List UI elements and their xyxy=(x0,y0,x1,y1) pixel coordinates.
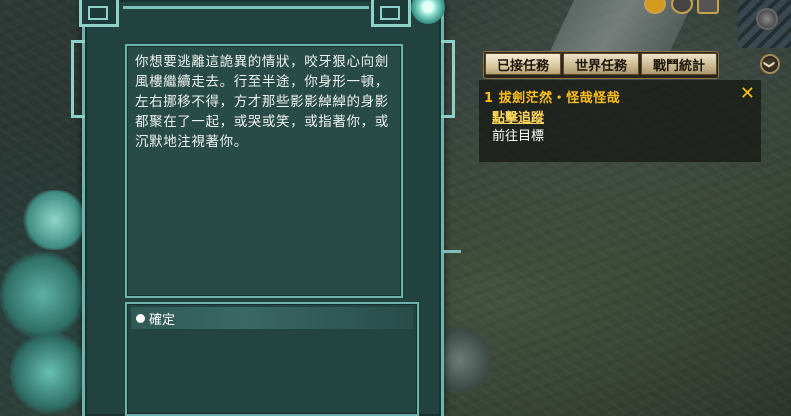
quest-tabs: 已接任務 世界任務 戰鬥統計 xyxy=(483,51,720,79)
side-ornament-left xyxy=(71,40,85,118)
corner-knot-ornament xyxy=(371,0,411,27)
tab-battle-stats[interactable]: 戰鬥統計 xyxy=(641,53,718,75)
option-confirm-button[interactable]: 確定 xyxy=(131,307,413,329)
menu-icon[interactable] xyxy=(697,0,719,14)
story-text: 你想要逃離這詭異的情狀，咬牙狠心向劍風樓繼續走去。行至半途，你身形一頓，左右挪移… xyxy=(135,54,389,150)
side-ornament-right xyxy=(441,40,455,118)
lotus-leaf-decoration xyxy=(0,250,85,340)
lotus-leaf-decoration xyxy=(20,190,90,250)
lotus-ornament-icon xyxy=(411,0,445,24)
tab-world-quests[interactable]: 世界任務 xyxy=(563,53,640,75)
corner-knot-ornament xyxy=(79,0,119,27)
quest-tracker-panel: 1 拔劍茫然・怪哉怪哉 ✕ 點擊追蹤 前往目標 xyxy=(479,80,761,162)
tab-accepted-quests[interactable]: 已接任務 xyxy=(485,53,562,75)
dialog-options-panel: 確定 xyxy=(125,302,419,416)
quest-objective: 前往目標 xyxy=(492,129,545,144)
side-line-ornament xyxy=(441,250,461,253)
collapse-tracker-button[interactable]: ❯ xyxy=(760,54,780,74)
dialog-top-border xyxy=(123,6,369,9)
option-label: 確定 xyxy=(149,312,176,328)
settings-gem-icon[interactable] xyxy=(756,8,778,30)
close-icon[interactable]: ✕ xyxy=(740,85,755,103)
bullet-icon xyxy=(136,313,145,323)
story-text-panel: 你想要逃離這詭異的情狀，咬牙狠心向劍風樓繼續走去。行至半途，你身形一頓，左右挪移… xyxy=(125,44,403,298)
quest-title: 1 拔劍茫然・怪哉怪哉 xyxy=(484,91,621,106)
lotus-leaf-decoration xyxy=(10,330,90,416)
chevron-down-icon: ❯ xyxy=(763,59,777,69)
story-dialog: 你想要逃離這詭異的情狀，咬牙狠心向劍風樓繼續走去。行至半途，你身形一頓，左右挪移… xyxy=(71,0,461,416)
track-quest-link[interactable]: 點擊追蹤 xyxy=(492,107,544,126)
